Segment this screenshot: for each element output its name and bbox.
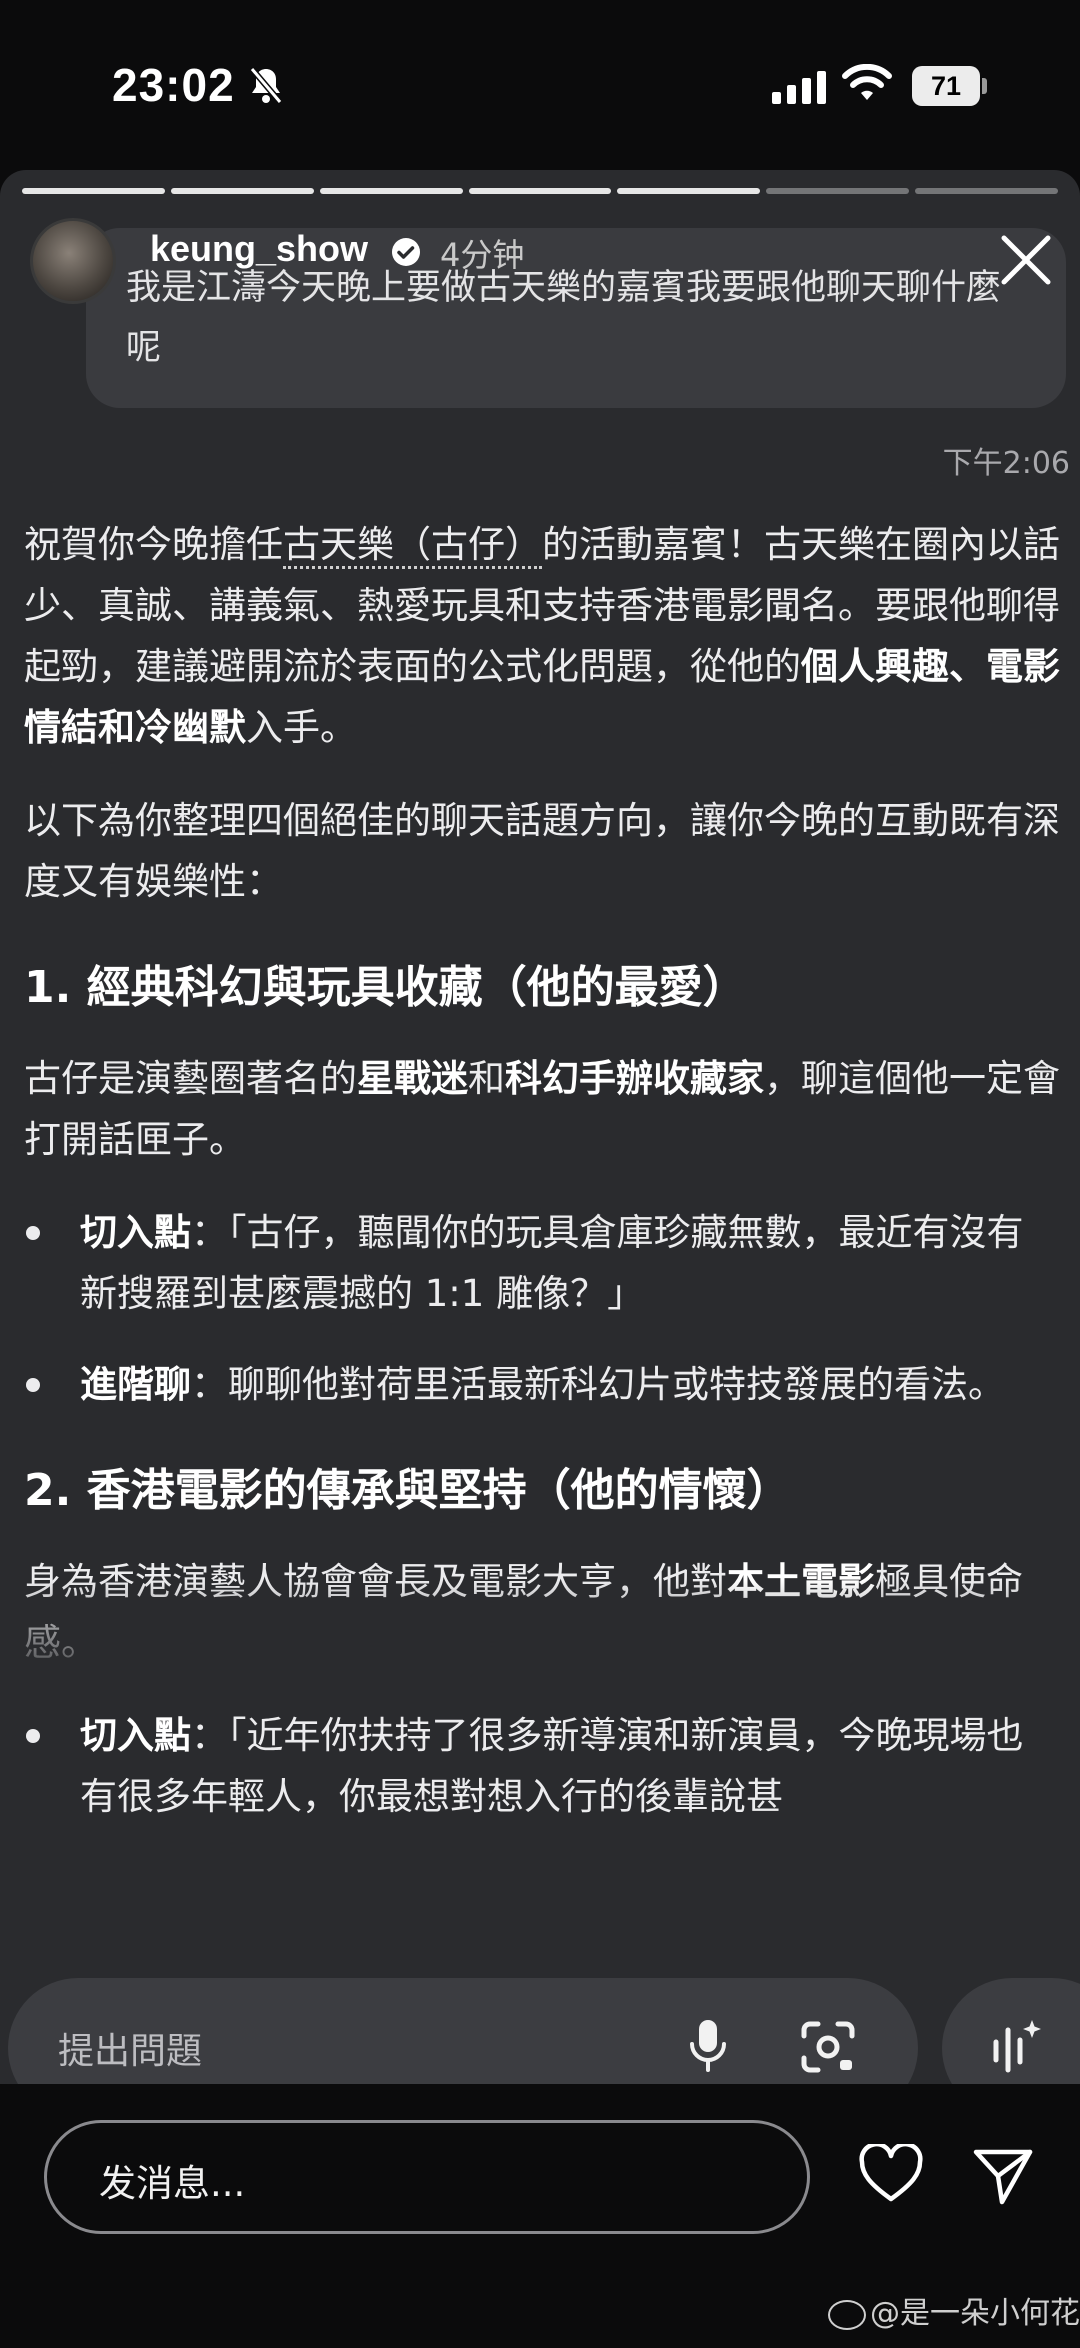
bullet-list: 切入點：「近年你扶持了很多新導演和新演員，今晚現場也有很多年輕人，你最想對想入行… <box>24 1705 1060 1827</box>
progress-segment <box>319 188 463 194</box>
progress-segment <box>22 188 165 194</box>
verified-badge-icon <box>392 238 420 266</box>
progress-segment <box>468 188 612 194</box>
battery-tip <box>982 78 987 94</box>
live-waveform-icon <box>993 2020 1041 2073</box>
user-message-text: 我是江濤今天晚上要做古天樂的嘉賓我要跟他聊天聊什麼呢 <box>126 268 1002 368</box>
microphone-icon[interactable] <box>688 2016 728 2076</box>
section-heading: 1. 經典科幻與玩具收藏（他的最愛） <box>24 962 747 1013</box>
progress-segment <box>915 188 1059 194</box>
story-reply-bar: 发消息... @是一朵小何花 <box>0 2084 1080 2348</box>
list-item: 切入點：「古仔，聽聞你的玩具倉庫珍藏無數，最近有沒有新搜羅到甚麼震撼的 1:1 … <box>24 1202 1060 1324</box>
message-input[interactable]: 发消息... <box>44 2120 810 2234</box>
scroll-fade <box>0 1580 1080 1690</box>
section-text: 古仔是演藝圈著名的 <box>24 1057 357 1100</box>
section-paragraph: 古仔是演藝圈著名的星戰迷和科幻手辦收藏家，聊這個他一定會打開話匣子。 <box>24 1048 1060 1170</box>
section-text: 和 <box>468 1057 505 1100</box>
bullet-label: 切入點 <box>80 1714 191 1757</box>
story-card: 我是江濤今天晚上要做古天樂的嘉賓我要跟他聊天聊什麼呢 keung_show 4分… <box>0 170 1080 2084</box>
list-item: 切入點：「近年你扶持了很多新導演和新演員，今晚現場也有很多年輕人，你最想對想入行… <box>24 1705 1060 1827</box>
camera-lens-icon[interactable] <box>798 2018 858 2076</box>
bullet-text: ：「近年你扶持了很多新導演和新演員，今晚現場也有很多年輕人，你最想對想入行的後輩… <box>80 1714 1024 1818</box>
story-time-ago: 4分钟 <box>440 236 525 274</box>
progress-segment <box>766 188 910 194</box>
response-paragraph: 以下為你整理四個絕佳的聊天話題方向，讓你今晚的互動既有深度又有娛樂性： <box>24 799 1060 903</box>
watermark: @是一朵小何花 <box>828 2288 1080 2332</box>
section-bold: 科幻手辦收藏家 <box>505 1057 764 1100</box>
progress-segment <box>170 188 314 194</box>
bell-muted-icon <box>249 67 283 104</box>
section-heading: 2. 香港電影的傳承與堅持（他的情懷） <box>24 1465 791 1516</box>
list-item: 進階聊：聊聊他對荷里活最新科幻片或特技發展的看法。 <box>24 1354 1060 1415</box>
bullet-list: 切入點：「古仔，聽聞你的玩具倉庫珍藏無數，最近有沒有新搜羅到甚麼震撼的 1:1 … <box>24 1202 1060 1415</box>
status-bar: 23:02 71 <box>0 0 1080 170</box>
story-username[interactable]: keung_show <box>150 228 368 270</box>
watermark-text: @是一朵小何花 <box>870 2296 1080 2331</box>
section-bold: 星戰迷 <box>357 1057 468 1100</box>
wifi-icon <box>842 64 892 100</box>
bullet-text: ：「古仔，聽聞你的玩具倉庫珍藏無數，最近有沒有新搜羅到甚麼震撼的 1:1 雕像？… <box>80 1211 1024 1315</box>
status-time: 23:02 <box>112 59 235 111</box>
weibo-icon <box>828 2299 866 2330</box>
cellular-signal-icon <box>772 71 826 104</box>
send-icon[interactable] <box>972 2146 1034 2206</box>
gemini-live-button[interactable] <box>942 1978 1080 2084</box>
heart-icon[interactable] <box>858 2144 924 2204</box>
story-progress <box>22 188 1059 194</box>
bullet-label: 進階聊 <box>80 1363 191 1406</box>
message-timestamp: 下午2:06 <box>942 446 1070 481</box>
ask-input[interactable]: 提出問題 <box>8 1978 918 2084</box>
progress-segment <box>617 188 761 194</box>
inline-link[interactable]: 古天樂（古仔） <box>283 523 542 569</box>
close-icon[interactable] <box>994 228 1058 292</box>
avatar[interactable] <box>30 218 116 304</box>
ask-placeholder: 提出問題 <box>58 2031 203 2072</box>
message-placeholder: 发消息... <box>99 2162 246 2205</box>
intro-text: 祝賀你今晚擔任 <box>24 523 283 566</box>
battery-level: 71 <box>912 66 980 106</box>
bullet-text: ：聊聊他對荷里活最新科幻片或特技發展的看法。 <box>191 1363 1005 1406</box>
intro-text: 入手。 <box>246 706 357 749</box>
bullet-label: 切入點 <box>80 1211 191 1254</box>
response-intro: 祝賀你今晚擔任古天樂（古仔）的活動嘉賓！古天樂在圈內以話少、真誠、講義氣、熱愛玩… <box>24 514 1060 758</box>
